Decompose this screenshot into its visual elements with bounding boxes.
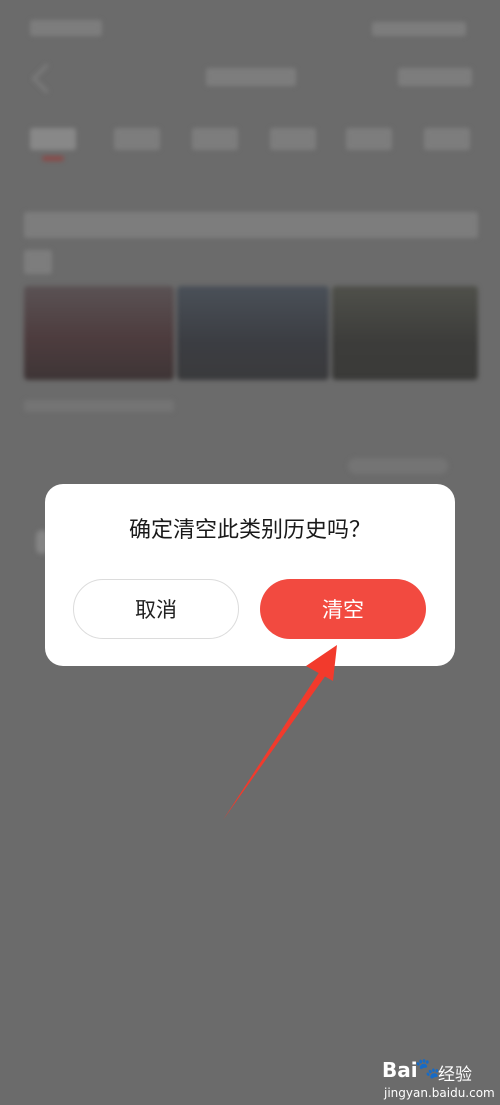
article-headline-cont: [24, 250, 52, 274]
watermark-brand: 经验: [438, 1065, 472, 1085]
status-bar-right: [372, 22, 466, 36]
dialog-message: 确定清空此类别历史吗？: [128, 518, 371, 543]
clear-button[interactable]: 清空: [260, 579, 426, 639]
back-arrow-icon: [31, 63, 62, 94]
nav-right-action: [398, 68, 472, 86]
tab: [346, 128, 392, 150]
article-thumbnail: [177, 286, 329, 380]
paw-icon: 🐾: [415, 1056, 440, 1080]
tab: [114, 128, 160, 150]
nav-title: [206, 68, 296, 86]
tab-active: [30, 128, 76, 150]
tab: [192, 128, 238, 150]
tab: [424, 128, 470, 150]
article-thumbnail: [332, 286, 478, 380]
confirm-dialog: 确定清空此类别历史吗？ 取消 清空: [45, 484, 455, 666]
watermark-url: jingyan.baidu.com: [384, 1086, 495, 1100]
tab: [270, 128, 316, 150]
article-headline: [24, 212, 478, 238]
article-thumbnail: [24, 286, 174, 380]
watermark-logo: Bai: [382, 1058, 418, 1082]
blurred-pill: [348, 458, 448, 474]
tab-underline: [42, 156, 64, 161]
cancel-button[interactable]: 取消: [73, 579, 239, 639]
baidu-jingyan-watermark: Bai 🐾 经验 jingyan.baidu.com: [382, 1056, 500, 1104]
status-bar-left: [30, 20, 102, 36]
article-meta: [24, 400, 174, 412]
